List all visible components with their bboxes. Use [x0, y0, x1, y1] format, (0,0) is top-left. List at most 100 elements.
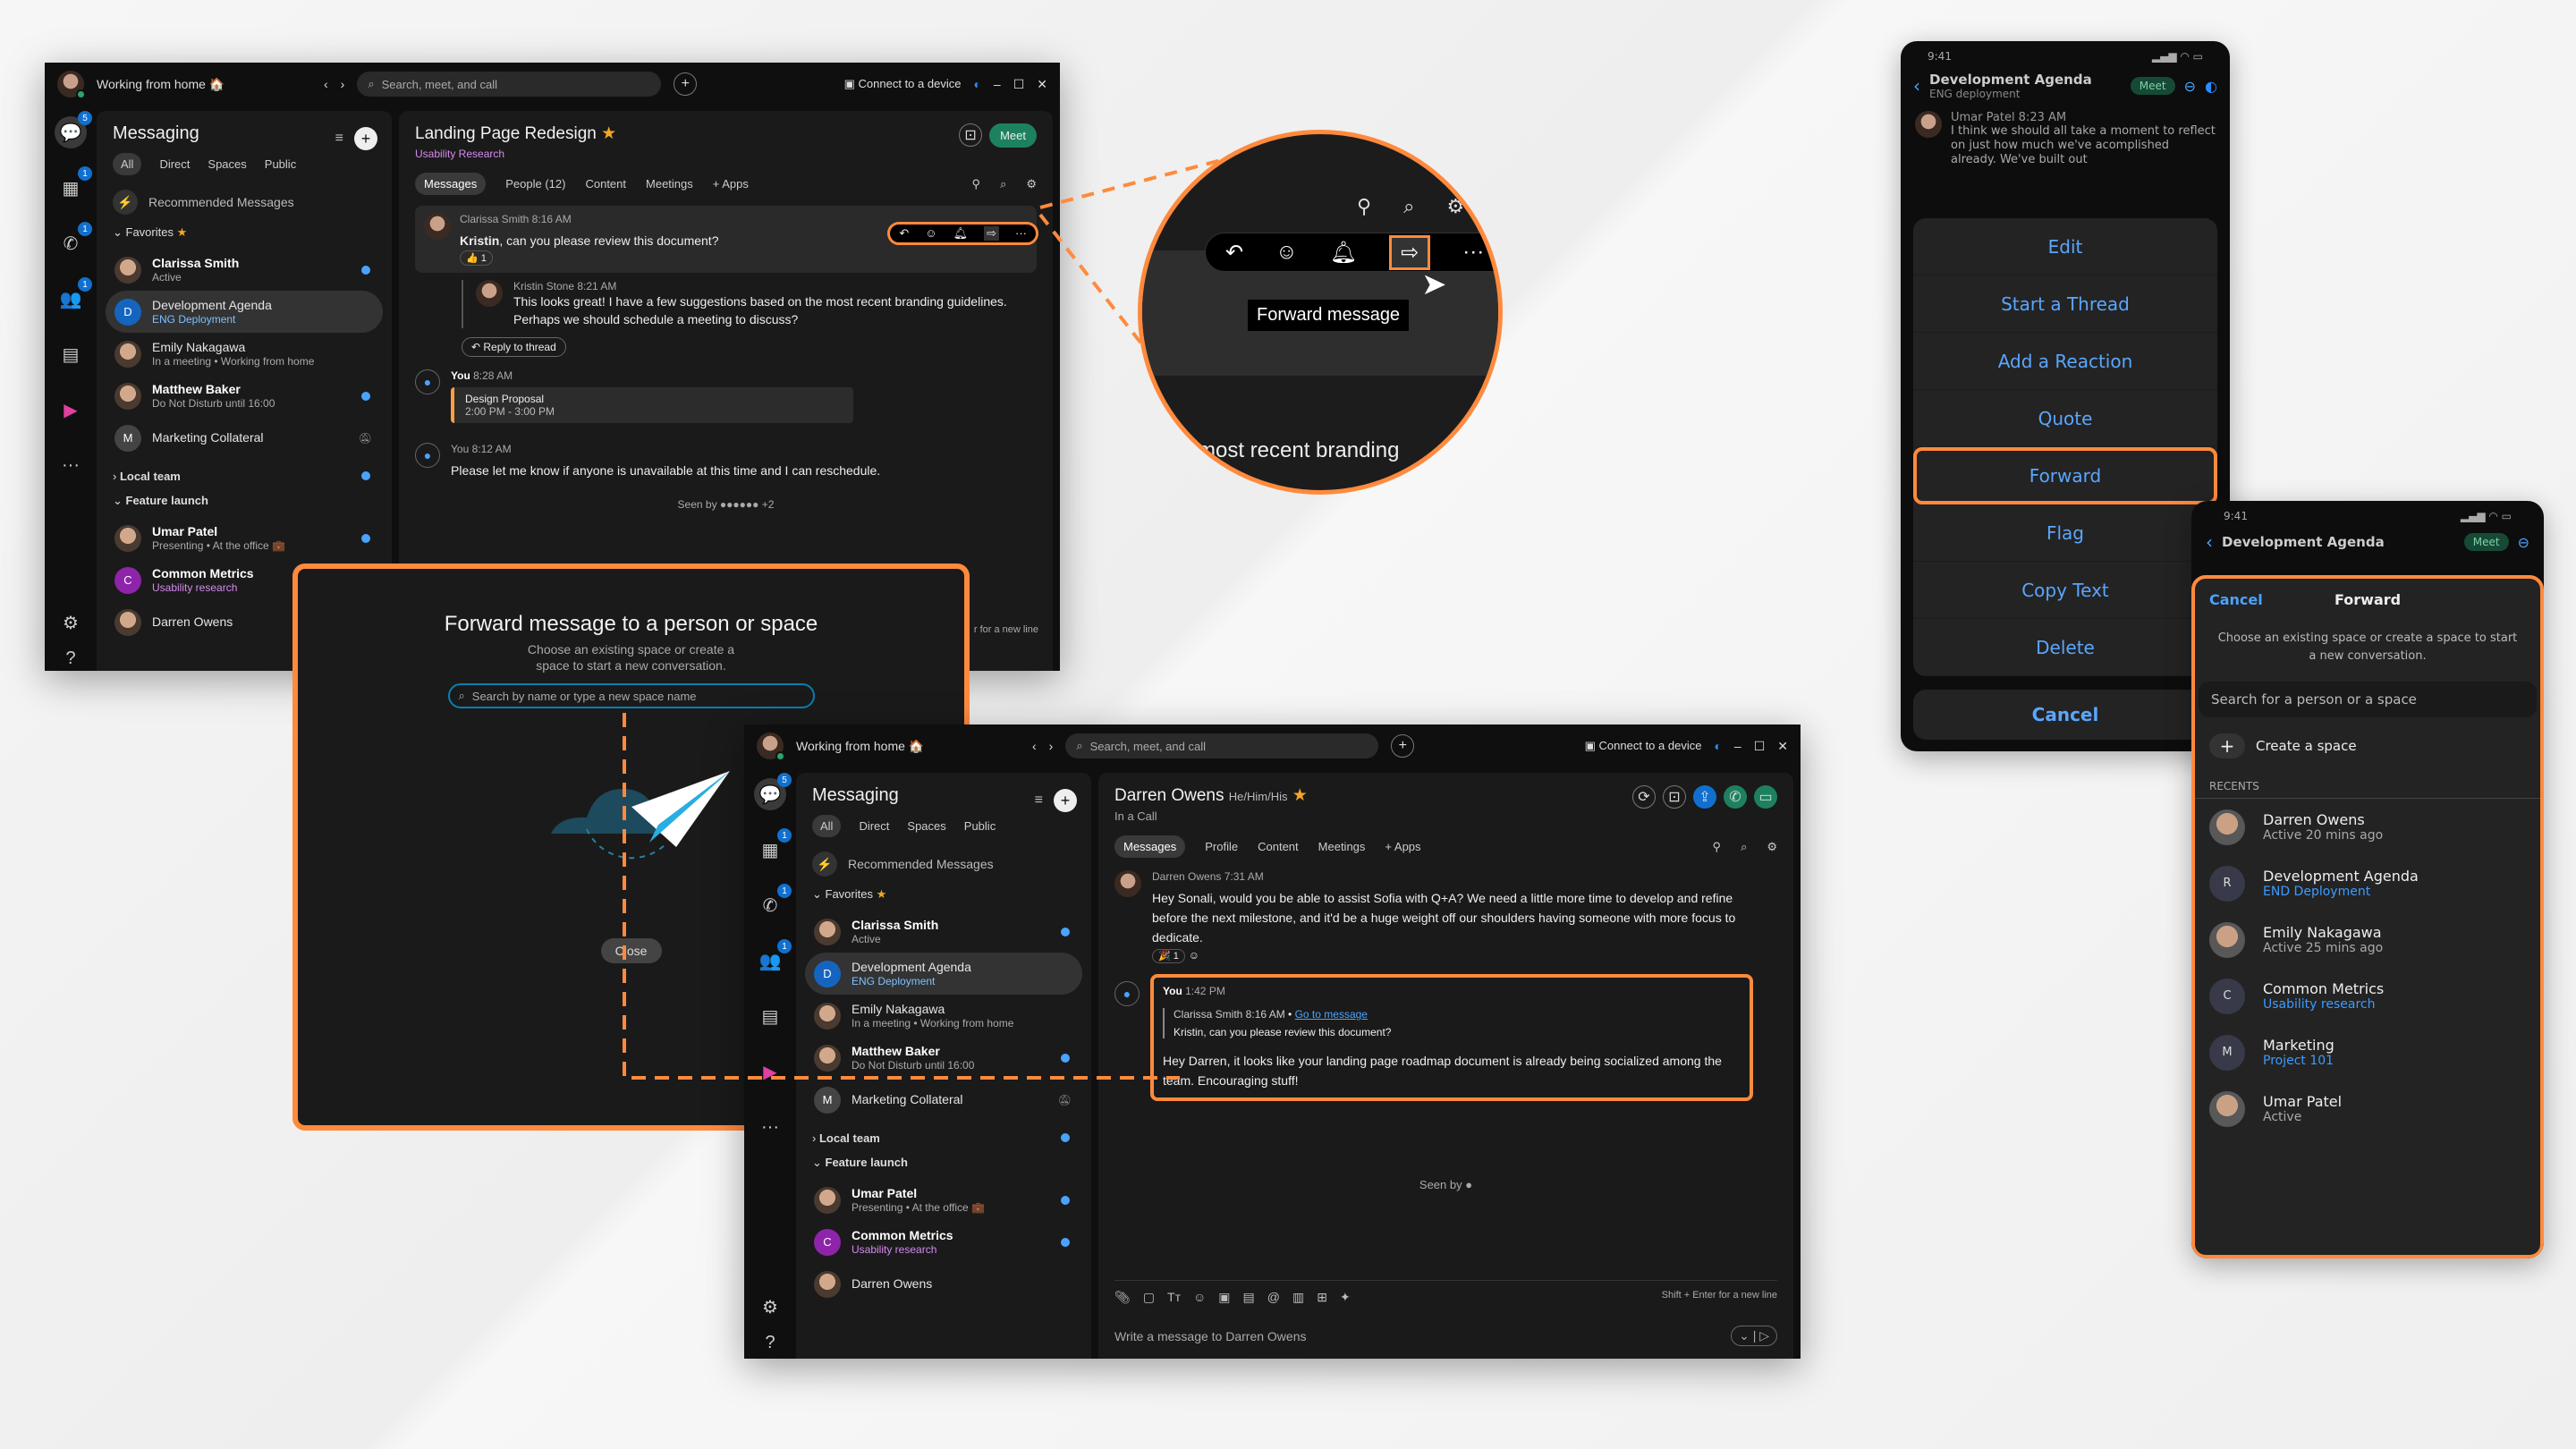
search-icon[interactable]: ⌕: [1000, 177, 1006, 191]
minimize-icon[interactable]: –: [1734, 739, 1741, 753]
gif-icon[interactable]: ▣: [1218, 1290, 1230, 1305]
section-feature_launch[interactable]: ⌄ Feature launch: [812, 1156, 1082, 1170]
search-icon[interactable]: ⌕: [1741, 840, 1747, 854]
message-composer[interactable]: Write a message to Darren Owens ⌄ | ▷: [1114, 1326, 1777, 1346]
menu-item-flag[interactable]: Flag: [1913, 504, 2217, 562]
list-item[interactable]: M Marketing Collateral 🔕︎: [106, 417, 383, 459]
flag-bell-icon[interactable]: 🔔︎: [953, 226, 969, 241]
filter-direct[interactable]: Direct: [159, 157, 190, 171]
close-icon[interactable]: ✕: [1037, 77, 1047, 92]
tab-messages[interactable]: Messages: [1114, 835, 1186, 858]
create-space-button[interactable]: + Create a space: [2195, 724, 2540, 767]
settings-icon[interactable]: ⚙: [754, 1291, 786, 1323]
recent-item[interactable]: C Common Metrics Usability research: [2195, 968, 2540, 1024]
meet-button[interactable]: Meet: [2130, 77, 2175, 95]
schedule-icon[interactable]: ⊡: [959, 123, 983, 147]
list-item[interactable]: M Marketing Collateral 🔕︎: [805, 1079, 1082, 1121]
new-conversation-button[interactable]: +: [1054, 788, 1077, 812]
settings-icon[interactable]: ⚙: [55, 606, 87, 639]
contacts-nav[interactable]: ▤: [754, 1000, 786, 1032]
reaction-badge[interactable]: 🎉 1: [1152, 949, 1185, 963]
status-text[interactable]: Working from home 🏠: [97, 77, 311, 92]
recent-item[interactable]: Darren Owens Active 20 mins ago: [2195, 799, 2540, 855]
new-conversation-button[interactable]: +: [354, 126, 377, 150]
section-favorites[interactable]: ⌄ Favorites ★: [113, 225, 383, 240]
list-item[interactable]: Matthew Baker Do Not Disturb until 16:00: [805, 1037, 1082, 1079]
contact-card-icon[interactable]: ▥: [1292, 1290, 1304, 1305]
maximize-icon[interactable]: ☐: [1013, 77, 1025, 92]
minimize-icon[interactable]: –: [994, 77, 1001, 91]
format-icon[interactable]: Tт: [1167, 1290, 1181, 1305]
list-item[interactable]: Darren Owens: [805, 1263, 1082, 1305]
teams-nav[interactable]: 👥 1: [754, 939, 792, 977]
meeting-card[interactable]: Design Proposal 2:00 PM - 3:00 PM: [451, 387, 853, 423]
list-item[interactable]: Umar Patel Presenting • At the office 💼: [805, 1179, 1082, 1221]
filter-direct[interactable]: Direct: [859, 819, 889, 833]
section-local_team[interactable]: › Local team: [812, 1131, 1082, 1145]
menu-item-delete[interactable]: Delete: [1913, 619, 2217, 676]
calls-nav[interactable]: ✆ 1: [754, 884, 792, 921]
tab-people-12-[interactable]: People (12): [505, 177, 565, 191]
list-item[interactable]: Umar Patel Presenting • At the office 💼: [106, 517, 383, 559]
reaction-badge[interactable]: 👍 1: [460, 250, 493, 266]
user-avatar[interactable]: [57, 71, 86, 99]
recommended-messages[interactable]: ⚡ Recommended Messages: [113, 190, 383, 215]
webex-icon[interactable]: ◐: [973, 77, 980, 91]
list-item[interactable]: Matthew Baker Do Not Disturb until 16:00: [106, 375, 383, 417]
emoji-icon[interactable]: ☺: [1193, 1290, 1206, 1305]
reply-icon[interactable]: ↶: [899, 226, 909, 241]
tab-messages[interactable]: Messages: [415, 173, 487, 195]
recent-item[interactable]: Umar Patel Active: [2195, 1080, 2540, 1137]
reply-to-thread-button[interactable]: ↶ Reply to thread: [462, 337, 566, 357]
add-button[interactable]: +: [1391, 734, 1415, 758]
more-icon[interactable]: ⊖: [2184, 78, 2196, 95]
cancel-button[interactable]: Cancel: [2209, 591, 2334, 608]
gear-icon[interactable]: ⚙: [1026, 177, 1037, 191]
back-icon[interactable]: ‹: [1032, 739, 1037, 753]
refresh-icon[interactable]: ⟳: [1632, 785, 1656, 809]
tab--apps[interactable]: + Apps: [713, 177, 749, 191]
list-item[interactable]: Emily Nakagawa In a meeting • Working fro…: [805, 995, 1082, 1037]
tab-meetings[interactable]: Meetings: [1318, 840, 1366, 853]
add-button[interactable]: +: [674, 72, 698, 96]
calendar-nav[interactable]: ▦ 1: [754, 828, 792, 866]
help-icon[interactable]: ?: [754, 1326, 786, 1359]
filter-icon[interactable]: ≡: [1035, 792, 1043, 809]
search-bar[interactable]: ⌕ Search, meet, and call: [357, 72, 662, 97]
apps-icon[interactable]: ⊞: [1317, 1290, 1327, 1305]
filter-all[interactable]: All: [812, 815, 842, 837]
seen-by[interactable]: Seen by ●●●●●● +2: [415, 498, 1037, 511]
messaging-nav[interactable]: 💬 5: [754, 773, 792, 810]
schedule-icon[interactable]: ⊡: [1663, 785, 1686, 809]
back-icon[interactable]: ‹: [1913, 75, 1920, 97]
teams-nav[interactable]: 👥 1: [55, 277, 92, 315]
recent-item[interactable]: M Marketing Project 101: [2195, 1024, 2540, 1080]
calendar-nav[interactable]: ▦ 1: [55, 166, 92, 204]
pin-icon[interactable]: ⚲: [1713, 840, 1722, 854]
filter-spaces[interactable]: Spaces: [907, 819, 945, 833]
list-item[interactable]: Clarissa Smith Active: [805, 911, 1082, 953]
cancel-button[interactable]: Cancel: [1913, 690, 2217, 740]
list-item[interactable]: Clarissa Smith Active: [106, 249, 383, 291]
apps-nav[interactable]: ▶: [55, 394, 87, 426]
meet-button[interactable]: Meet: [989, 123, 1037, 148]
more-nav[interactable]: ···: [55, 449, 87, 481]
list-item[interactable]: C Common Metrics Usability research: [805, 1221, 1082, 1263]
filter-public[interactable]: Public: [265, 157, 296, 171]
webex-icon[interactable]: ◐: [1714, 739, 1721, 753]
filter-public[interactable]: Public: [964, 819, 996, 833]
forward-nav-icon[interactable]: ›: [341, 77, 345, 91]
tab-content[interactable]: Content: [1258, 840, 1299, 853]
list-item[interactable]: D Development Agenda ENG Deployment: [805, 953, 1082, 995]
recent-item[interactable]: R Development Agenda END Deployment: [2195, 855, 2540, 911]
webex-icon[interactable]: ◐: [2205, 78, 2217, 95]
filter-all[interactable]: All: [113, 153, 142, 175]
menu-item-copy-text[interactable]: Copy Text: [1913, 562, 2217, 619]
calls-nav[interactable]: ✆ 1: [55, 222, 92, 259]
react-icon[interactable]: ☺: [925, 226, 936, 241]
menu-item-quote[interactable]: Quote: [1913, 390, 2217, 447]
gear-icon[interactable]: ⚙: [1767, 840, 1777, 854]
messaging-nav[interactable]: 💬 5: [55, 111, 92, 148]
menu-item-forward[interactable]: Forward: [1913, 447, 2217, 504]
send-button[interactable]: ⌄ | ▷: [1731, 1326, 1777, 1346]
